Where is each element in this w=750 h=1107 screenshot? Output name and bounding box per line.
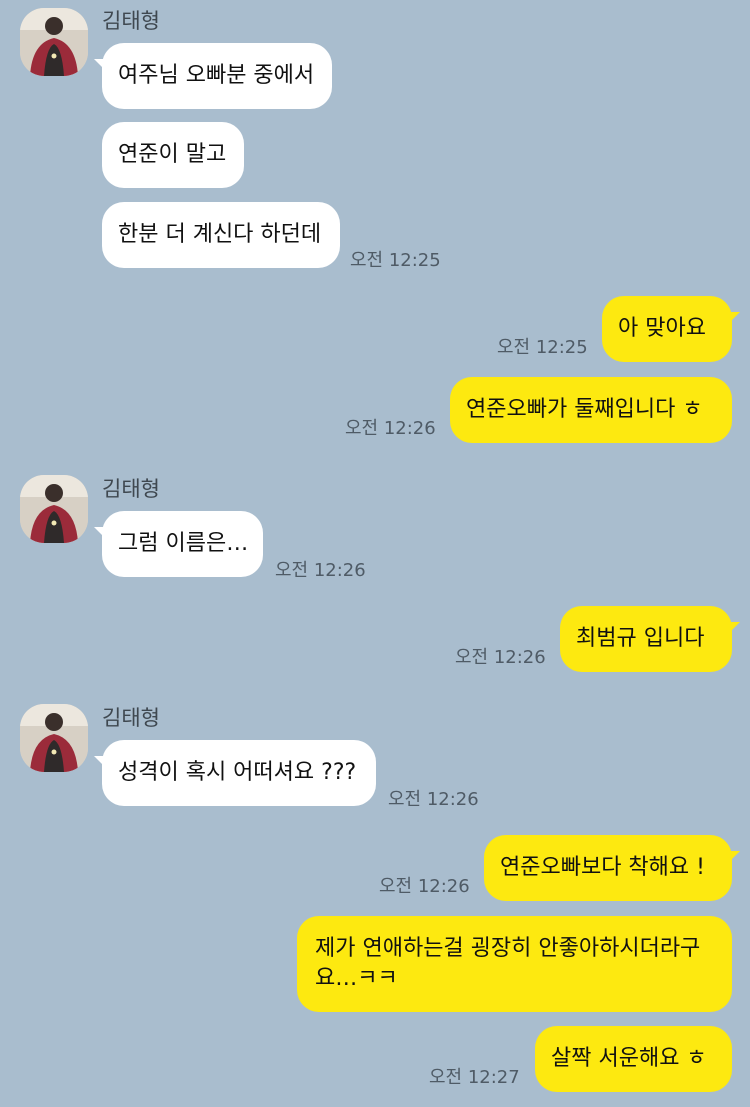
message-text: 살짝 서운해요 ㅎ (551, 1046, 707, 1071)
message-timestamp: 오전 12:26 (455, 647, 546, 668)
message-timestamp: 오전 12:25 (350, 250, 441, 271)
message-timestamp: 오전 12:27 (429, 1067, 520, 1088)
message-timestamp: 오전 12:26 (345, 418, 436, 439)
avatar-image (20, 704, 88, 772)
chat-room: 김태형 여주님 오빠분 중에서 연준이 말고 한분 더 계신다 하던데 오전 1… (0, 0, 750, 1107)
message-bubble-incoming[interactable]: 성격이 혹시 어떠셔요 ??? (102, 740, 376, 806)
message-timestamp: 오전 12:25 (497, 337, 588, 358)
message-bubble-outgoing[interactable]: 연준오빠가 둘째입니다 ㅎ (450, 377, 732, 443)
sender-avatar[interactable] (20, 8, 88, 76)
sender-name: 김태형 (102, 9, 160, 33)
message-timestamp: 오전 12:26 (379, 876, 470, 897)
message-bubble-outgoing[interactable]: 제가 연애하는걸 굉장히 안좋아하시더라구요…ㅋㅋ (297, 916, 732, 1012)
message-bubble-incoming[interactable]: 그럼 이름은… (102, 511, 263, 577)
message-bubble-incoming[interactable]: 연준이 말고 (102, 122, 244, 188)
message-text: 제가 연애하는걸 굉장히 안좋아하시더라구요…ㅋㅋ (315, 936, 701, 991)
message-text: 연준오빠가 둘째입니다 ㅎ (466, 397, 703, 422)
message-bubble-outgoing[interactable]: 아 맞아요 (602, 296, 732, 362)
message-text: 연준오빠보다 착해요 ! (500, 855, 705, 880)
message-timestamp: 오전 12:26 (275, 560, 366, 581)
message-text: 최범규 입니다 (576, 626, 705, 651)
message-bubble-outgoing[interactable]: 살짝 서운해요 ㅎ (535, 1026, 732, 1092)
message-timestamp: 오전 12:26 (388, 789, 479, 810)
sender-name: 김태형 (102, 706, 160, 730)
message-bubble-incoming[interactable]: 여주님 오빠분 중에서 (102, 43, 332, 109)
message-text: 그럼 이름은… (118, 531, 249, 556)
message-text: 여주님 오빠분 중에서 (118, 63, 315, 88)
message-text: 한분 더 계신다 하던데 (118, 222, 322, 247)
sender-name: 김태형 (102, 477, 160, 501)
message-bubble-outgoing[interactable]: 최범규 입니다 (560, 606, 732, 672)
sender-avatar[interactable] (20, 475, 88, 543)
message-text: 연준이 말고 (118, 142, 227, 167)
message-text: 성격이 혹시 어떠셔요 ??? (118, 760, 357, 785)
message-bubble-outgoing[interactable]: 연준오빠보다 착해요 ! (484, 835, 732, 901)
avatar-image (20, 8, 88, 76)
sender-avatar[interactable] (20, 704, 88, 772)
message-text: 아 맞아요 (618, 316, 706, 341)
message-bubble-incoming[interactable]: 한분 더 계신다 하던데 (102, 202, 340, 268)
avatar-image (20, 475, 88, 543)
